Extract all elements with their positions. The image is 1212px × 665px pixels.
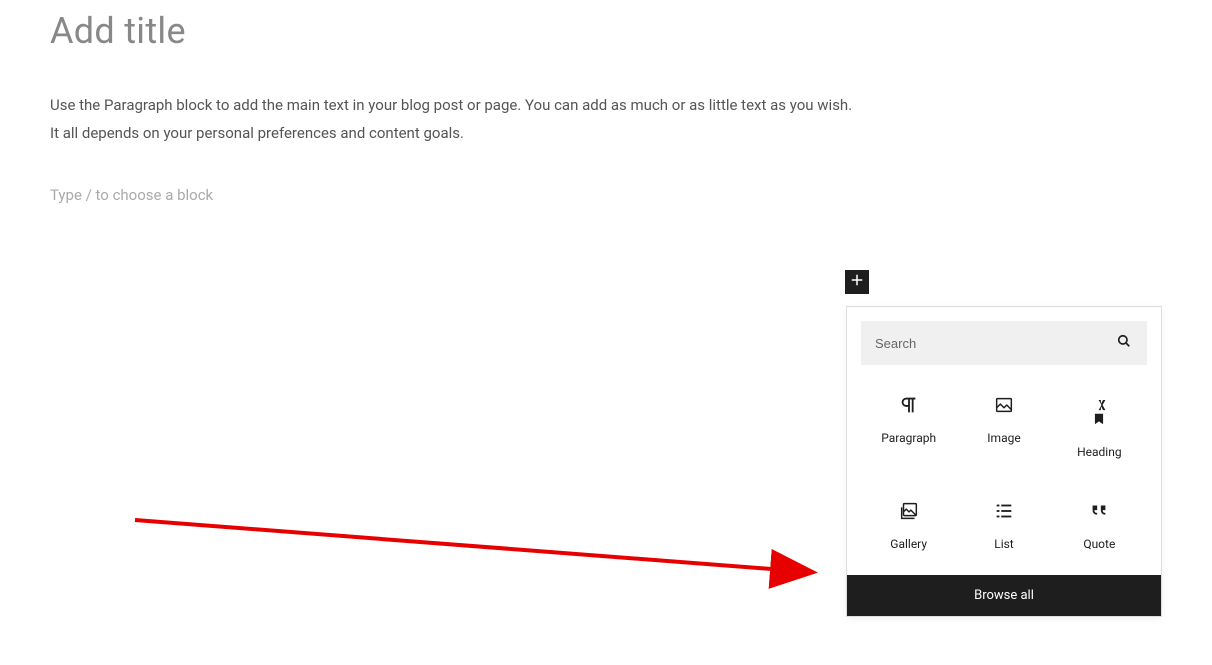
block-inserter-popover: Paragraph Image Heading Gallery [846, 306, 1162, 617]
image-icon [992, 393, 1016, 417]
block-type-quote[interactable]: Quote [1052, 489, 1147, 557]
search-box[interactable] [861, 321, 1147, 365]
empty-block-placeholder[interactable]: Type / to choose a block [50, 186, 1162, 204]
block-label: Heading [1077, 445, 1122, 459]
paragraph-line: Use the Paragraph block to add the main … [50, 96, 852, 114]
block-label: Paragraph [881, 431, 936, 445]
quote-icon [1087, 499, 1111, 523]
browse-all-button[interactable]: Browse all [847, 575, 1161, 616]
search-container [847, 307, 1161, 379]
gallery-icon [897, 499, 921, 523]
block-label: Image [987, 431, 1020, 445]
paragraph-icon [897, 393, 921, 417]
search-icon [1115, 332, 1133, 354]
block-type-heading[interactable]: Heading [1052, 383, 1147, 465]
plus-icon [848, 271, 866, 293]
block-type-list[interactable]: List [956, 489, 1051, 557]
post-title-input[interactable]: Add title [50, 10, 1162, 52]
block-label: Quote [1083, 537, 1115, 551]
blocks-grid: Paragraph Image Heading Gallery [847, 379, 1161, 575]
block-label: List [994, 537, 1014, 551]
block-type-image[interactable]: Image [956, 383, 1051, 465]
add-block-button[interactable] [845, 270, 869, 294]
annotation-arrow [130, 510, 830, 610]
block-type-gallery[interactable]: Gallery [861, 489, 956, 557]
editor-canvas: Add title Use the Paragraph block to add… [0, 0, 1212, 214]
list-icon [992, 499, 1016, 523]
paragraph-block[interactable]: Use the Paragraph block to add the main … [50, 92, 1162, 148]
paragraph-line: It all depends on your personal preferen… [50, 124, 464, 142]
block-type-paragraph[interactable]: Paragraph [861, 383, 956, 465]
block-label: Gallery [890, 537, 927, 551]
search-input[interactable] [875, 336, 1115, 351]
